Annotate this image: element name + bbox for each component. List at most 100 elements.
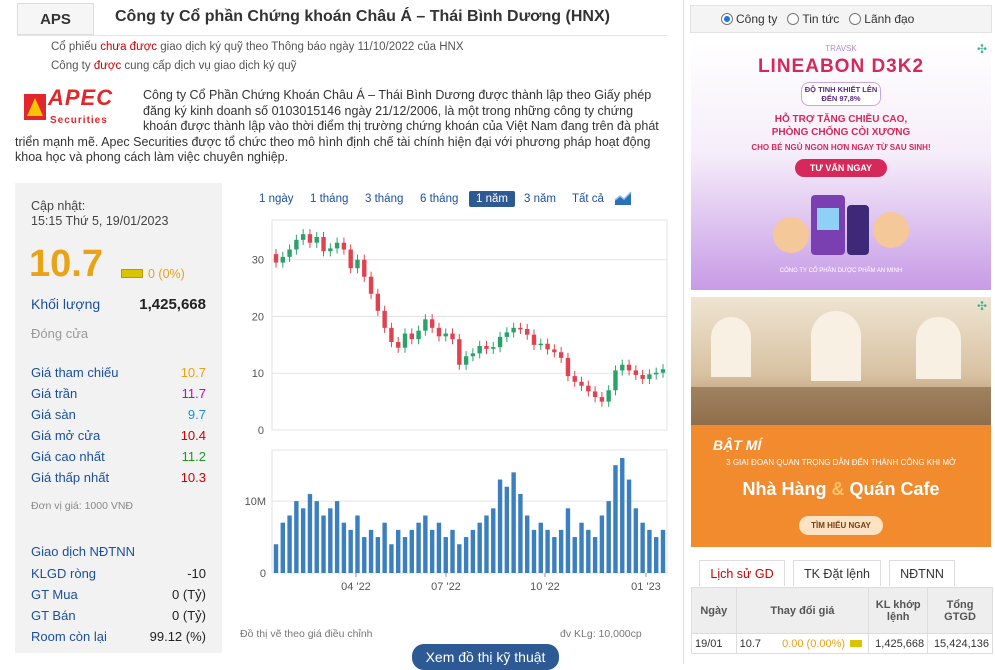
advertisement-supplement[interactable]: TRAVSK LINEABON D3K2 ĐỘ TINH KHIẾT LÊN Đ… xyxy=(691,40,991,290)
volume-bar xyxy=(389,544,394,573)
chart-type-icon[interactable] xyxy=(614,190,632,206)
volume-bar xyxy=(348,529,353,573)
tab-trading-history[interactable]: Lịch sử GD xyxy=(699,560,785,586)
price-stat-value: 10.7 xyxy=(180,365,206,380)
time-axis: 04 '22 07 '22 10 '22 01 '23 xyxy=(341,573,661,593)
candlesticks xyxy=(273,229,666,407)
volume-bar xyxy=(416,522,421,573)
volume-bar xyxy=(491,508,496,573)
price-stat-label: Giá thấp nhất xyxy=(31,470,110,485)
advertisement-restaurant[interactable]: BẬT MÍ 3 GIAI ĐOẠN QUAN TRỌNG DẪN ĐẾN TH… xyxy=(691,297,991,547)
ad-company: CÔNG TY CỔ PHẦN DƯỢC PHẨM AN MINH xyxy=(779,268,903,274)
ad-product-name: LINEABON D3K2 xyxy=(757,56,925,77)
candle xyxy=(504,332,510,337)
ad-brand: TRAVSK xyxy=(825,44,857,53)
candle xyxy=(518,327,523,330)
current-price: 10.7 xyxy=(29,243,103,285)
unchanged-icon xyxy=(121,269,143,278)
company-title: Công ty Cổ phần Chứng khoán Châu Á – Thá… xyxy=(115,8,610,25)
candle xyxy=(531,334,537,345)
candle xyxy=(355,259,360,269)
price-stat-label: Giá tham chiếu xyxy=(31,365,119,380)
range-6-months[interactable]: 6 tháng xyxy=(420,193,458,205)
candle xyxy=(525,328,530,335)
col-volume: KL khớp lệnh xyxy=(868,587,929,634)
price-stat-row: Giá tham chiếu 10.7 xyxy=(31,365,206,380)
volume-bar xyxy=(531,529,537,573)
candle xyxy=(321,237,326,252)
price-stat-row: Giá mở cửa 10.4 xyxy=(31,428,206,443)
foreign-stat-value: -10 xyxy=(187,566,206,581)
x-tick-label: 01 '23 xyxy=(631,581,661,593)
candle xyxy=(599,397,605,402)
volume-bar xyxy=(552,537,557,573)
volume-bar xyxy=(606,501,611,573)
radio-unchecked-icon[interactable] xyxy=(787,13,800,25)
cell-date: 19/01 xyxy=(691,633,737,654)
volume-bar xyxy=(450,529,455,573)
range-3-months[interactable]: 3 tháng xyxy=(365,193,403,205)
volume-bar xyxy=(362,537,367,573)
volume-bar xyxy=(497,479,503,573)
technical-chart-button[interactable]: Xem đồ thị kỹ thuật xyxy=(412,644,559,670)
ad-choices-icon[interactable]: ✣ xyxy=(977,42,987,56)
volume-bar xyxy=(525,515,530,573)
volume-bar xyxy=(599,515,605,573)
volume-tick-label: 0 xyxy=(260,568,266,580)
volume-bar xyxy=(545,529,550,573)
range-1-month[interactable]: 1 tháng xyxy=(310,193,348,205)
range-all[interactable]: Tất cả xyxy=(572,193,604,205)
range-1-day[interactable]: 1 ngày xyxy=(259,193,294,205)
ad-cta-button[interactable]: TÌM HIỂU NGAY xyxy=(799,516,883,535)
radio-news[interactable]: Tin tức xyxy=(787,12,839,26)
candle xyxy=(647,374,652,379)
candle xyxy=(429,319,435,328)
tab-foreign-investors[interactable]: NĐTNN xyxy=(889,560,955,586)
volume-bar xyxy=(382,522,387,573)
foreign-stat-label: GT Bán xyxy=(31,608,76,623)
candle xyxy=(626,364,632,371)
tab-order-stats[interactable]: TK Đặt lệnh xyxy=(793,560,881,586)
volume-bar xyxy=(463,537,469,573)
candle xyxy=(592,391,598,398)
radio-unchecked-icon[interactable] xyxy=(849,13,862,25)
volume-bar xyxy=(334,501,340,573)
candle xyxy=(328,248,333,252)
range-3-years[interactable]: 3 năm xyxy=(524,193,556,205)
col-total-value: Tổng GTGD xyxy=(927,587,993,634)
updated-label: Cập nhật: xyxy=(31,199,86,213)
ad-choices-icon[interactable]: ✣ xyxy=(977,299,987,313)
candle xyxy=(280,256,285,263)
price-volume-chart: 30 20 10 0 10M 0 04 '22 07 '22 10 '22 01 '23 xyxy=(245,219,668,593)
foreign-stat-value: 0 (Tỷ) xyxy=(172,587,206,602)
range-1-year[interactable]: 1 năm xyxy=(469,191,515,207)
volume-bar xyxy=(375,537,381,573)
volume-bar xyxy=(484,515,489,573)
volume-bar xyxy=(565,508,571,573)
price-stat-value: 11.7 xyxy=(181,386,206,401)
radio-company[interactable]: Công ty xyxy=(721,12,777,26)
candle xyxy=(613,370,618,391)
ad-cafe-photo xyxy=(691,297,991,425)
ad-subheadline: CHO BÉ NGỦ NGON HƠN NGAY TỪ SAU SINH! xyxy=(751,143,931,152)
candle xyxy=(334,242,340,249)
price-tick-label: 30 xyxy=(252,255,264,267)
foreign-stat-row: GT Bán 0 (Tỷ) xyxy=(31,608,206,623)
price-change: 0 (0%) xyxy=(148,267,185,281)
candle xyxy=(382,310,387,328)
col-date: Ngày xyxy=(691,587,737,634)
radio-checked-icon[interactable] xyxy=(721,13,733,25)
volume-bar xyxy=(396,529,401,573)
radio-leadership[interactable]: Lãnh đạo xyxy=(849,12,914,26)
candle xyxy=(423,319,428,331)
volume-bar xyxy=(660,529,666,573)
ad-cta-button[interactable]: TƯ VẤN NGAY xyxy=(795,159,887,177)
volume-bar xyxy=(518,493,523,573)
price-stat-label: Giá mở cửa xyxy=(31,428,101,443)
candle xyxy=(457,339,462,365)
volume-bar xyxy=(409,529,414,573)
ad-kicker: BẬT MÍ xyxy=(713,437,762,453)
price-tick-label: 20 xyxy=(252,311,264,323)
volume-bar xyxy=(457,544,462,573)
candle xyxy=(470,353,476,357)
